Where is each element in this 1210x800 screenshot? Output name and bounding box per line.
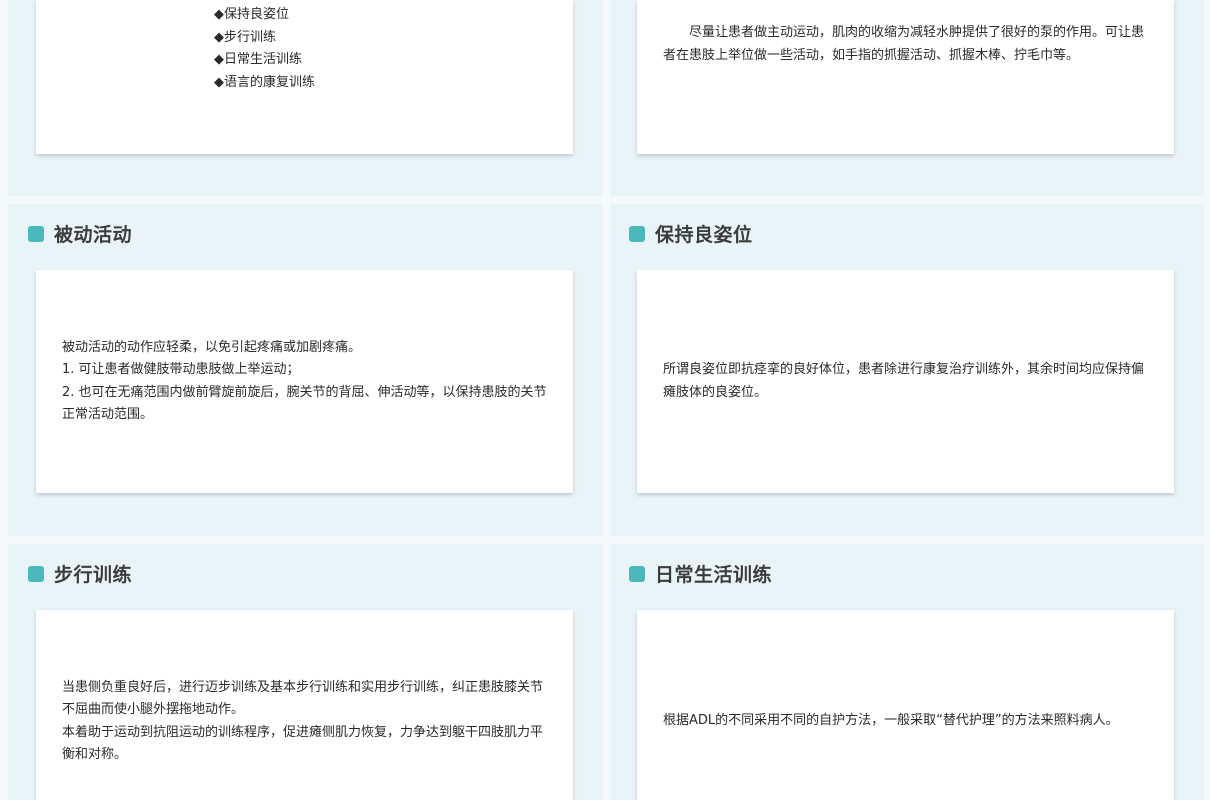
slide-page: ◆保持良姿位 ◆步行训练 ◆日常生活训练 ◆语言的康复训练 尽量让患者做主动运动… <box>0 0 1210 800</box>
passive-line: 被动活动的动作应轻柔，以免引起疼痛或加剧疼痛。 <box>62 339 362 355</box>
posture-card: 所谓良姿位即抗痉挛的良好体位，患者除进行康复治疗训练外，其余时间均应保持偏瘫肢体… <box>637 270 1174 493</box>
active-card: 尽量让患者做主动运动，肌肉的收缩为减轻水肿提供了很好的泵的作用。可让患者在患肢上… <box>637 0 1174 154</box>
heading-square-icon <box>629 225 645 242</box>
daily-card: 根据ADL的不同采用不同的自护方法，一般采取“替代护理”的方法来照料病人。 <box>637 610 1174 800</box>
walking-card: 当患侧负重良好后，进行迈步训练及基本步行训练和实用步行训练，纠正患肢膝关节不屈曲… <box>36 610 573 800</box>
overview-card: ◆保持良姿位 ◆步行训练 ◆日常生活训练 ◆语言的康复训练 <box>36 0 573 154</box>
section-heading-daily: 日常生活训练 <box>629 560 772 587</box>
daily-paragraph: 根据ADL的不同采用不同的自护方法，一般采取“替代护理”的方法来照料病人。 <box>663 713 1119 729</box>
section-title: 保持良姿位 <box>655 224 753 246</box>
section-heading-walking: 步行训练 <box>28 560 132 587</box>
passive-card: 被动活动的动作应轻柔，以免引起疼痛或加剧疼痛。 1. 可让患者做健肢带动患肢做上… <box>36 270 573 493</box>
section-title: 步行训练 <box>54 564 133 586</box>
walking-line: 当患侧负重良好后，进行迈步训练及基本步行训练和实用步行训练，纠正患肢膝关节不屈曲… <box>62 679 544 718</box>
bullet-item: ◆步行训练 <box>214 29 276 45</box>
bullet-item: ◆语言的康复训练 <box>214 74 315 90</box>
passive-line: 1. 可让患者做健肢带动患肢做上举运动； <box>62 362 300 377</box>
heading-square-icon <box>28 565 44 582</box>
section-title: 被动活动 <box>54 224 133 246</box>
section-heading-posture: 保持良姿位 <box>629 220 753 247</box>
bullet-item: ◆日常生活训练 <box>214 52 302 67</box>
heading-square-icon <box>28 225 44 242</box>
posture-paragraph: 所谓良姿位即抗痉挛的良好体位，患者除进行康复治疗训练外，其余时间均应保持偏瘫肢体… <box>663 362 1145 400</box>
passive-line: 2. 也可在无痛范围内做前臂旋前旋后，腕关节的背屈、伸活动等，以保持患肢的关节正… <box>62 384 547 423</box>
section-title: 日常生活训练 <box>655 564 773 586</box>
section-heading-passive: 被动活动 <box>28 220 132 247</box>
active-paragraph: 尽量让患者做主动运动，肌肉的收缩为减轻水肿提供了很好的泵的作用。可让患者在患肢上… <box>663 25 1145 63</box>
overview-bullet-list: ◆保持良姿位 ◆步行训练 ◆日常生活训练 ◆语言的康复训练 <box>214 0 547 94</box>
bullet-item: ◆保持良姿位 <box>214 7 289 22</box>
walking-line: 本着助于运动到抗阻运动的训练程序，促进瘫侧肌力恢复，力争达到躯干四肢肌力平衡和对… <box>62 724 544 763</box>
heading-square-icon <box>629 565 645 582</box>
